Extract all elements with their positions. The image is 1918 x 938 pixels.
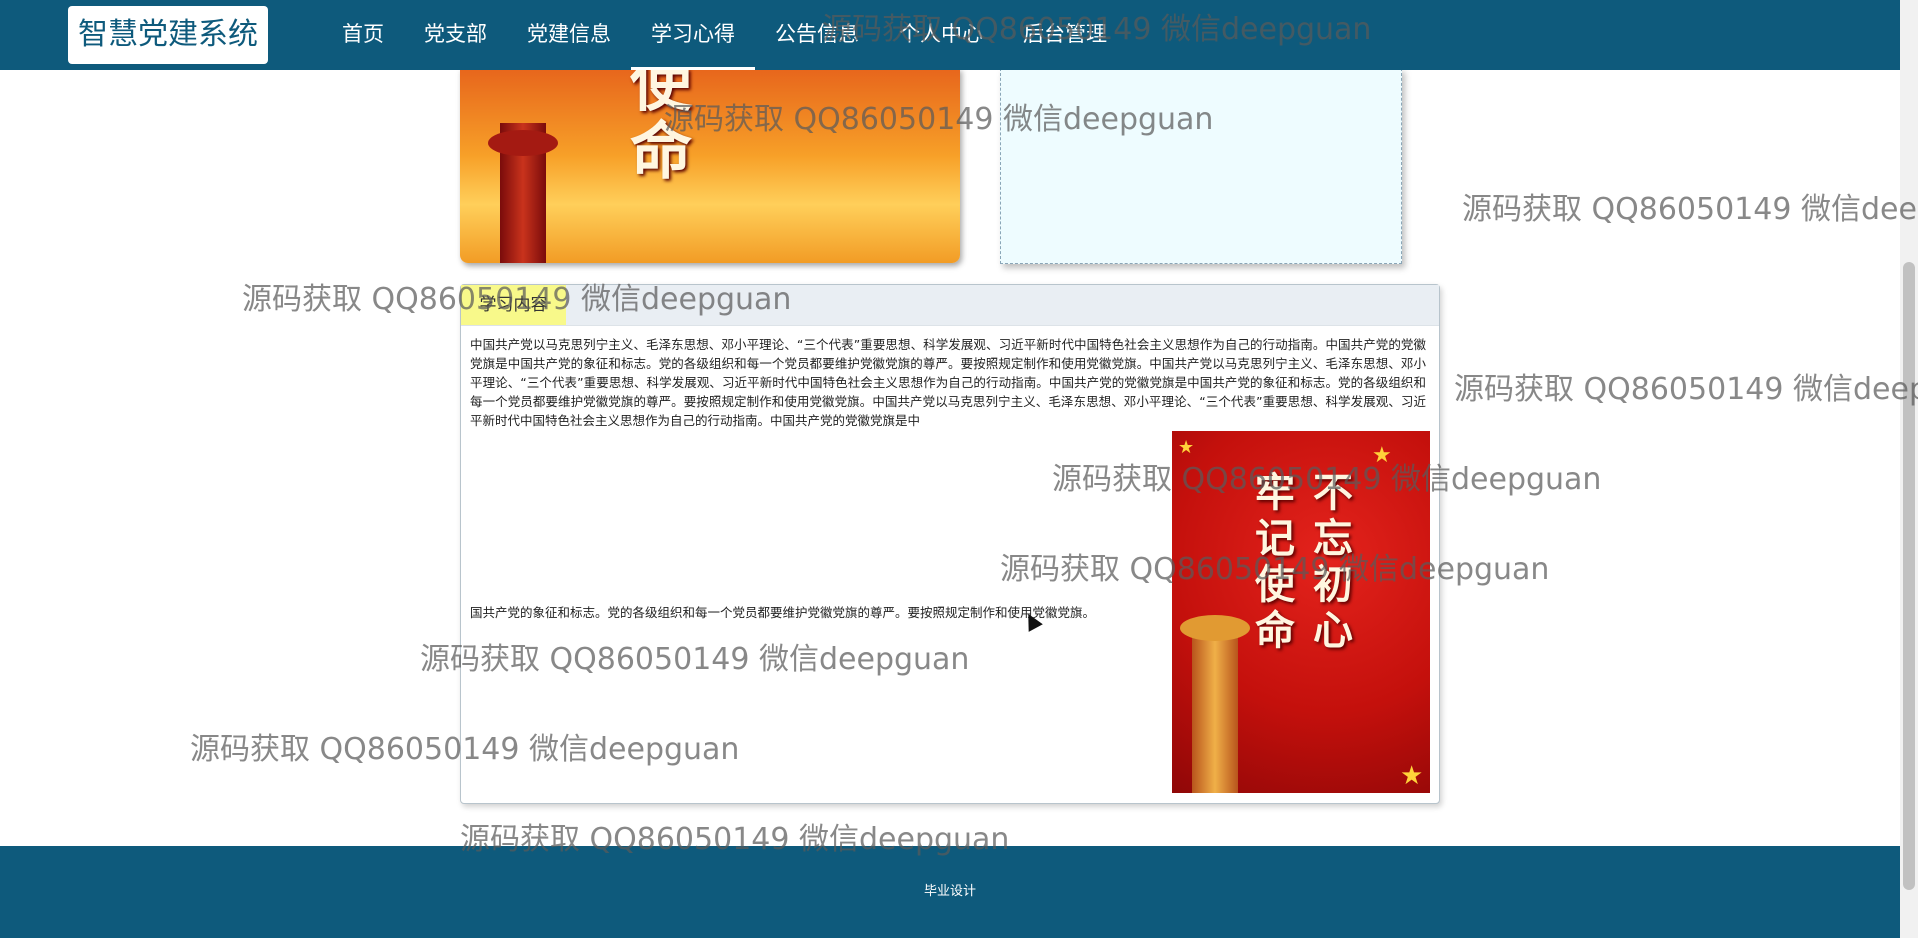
page-scrollbar[interactable] bbox=[1900, 0, 1918, 938]
watermark: 源码获取 QQ86050149 微信deepguan bbox=[1454, 372, 1918, 407]
nav-item-admin[interactable]: 后台管理 bbox=[1003, 0, 1127, 70]
star-icon: ★ bbox=[1178, 437, 1195, 458]
brand-logo[interactable]: 智慧党建系统 bbox=[68, 6, 268, 64]
huabiao-cap bbox=[1180, 615, 1250, 641]
huabiao-cap bbox=[488, 130, 558, 156]
tab-study-content[interactable]: 学习内容 bbox=[461, 285, 566, 325]
watermark: 源码获取 QQ86050149 微信deepguan bbox=[1462, 192, 1918, 227]
star-icon: ★ bbox=[1372, 443, 1392, 468]
cover-slogan: 使命 bbox=[619, 68, 692, 186]
nav-item-party-branch[interactable]: 党支部 bbox=[404, 0, 507, 70]
study-content-text-tail: 国共产党的象征和标志。党的各级组织和每一个党员都要维护党徽党旗的尊严。要按照规定… bbox=[470, 605, 1096, 620]
side-slogan: 不忘初心 牢记使命 bbox=[1248, 471, 1353, 655]
study-info-box bbox=[1000, 68, 1402, 264]
study-content-panel: 学习内容 中国共产党以马克思列宁主义、毛泽东思想、邓小平理论、“三个代表”重要思… bbox=[460, 284, 1440, 804]
scrollbar-thumb[interactable] bbox=[1903, 262, 1915, 890]
huabiao-pillar bbox=[1192, 619, 1238, 793]
study-cover-image: 使命 bbox=[460, 68, 960, 263]
study-content-text: 中国共产党以马克思列宁主义、毛泽东思想、邓小平理论、“三个代表”重要思想、科学发… bbox=[470, 337, 1426, 428]
panel-header: 学习内容 bbox=[461, 285, 1439, 326]
nav-item-study-notes[interactable]: 学习心得 bbox=[631, 0, 755, 70]
nav-item-announcements[interactable]: 公告信息 bbox=[755, 0, 879, 70]
nav-item-personal-center[interactable]: 个人中心 bbox=[879, 0, 1003, 70]
star-icon: ★ bbox=[1400, 761, 1424, 791]
study-content-image: 不忘初心 牢记使命 ★ ★ ★ bbox=[1172, 431, 1430, 793]
top-navbar: 智慧党建系统 首页 党支部 党建信息 学习心得 公告信息 个人中心 后台管理 bbox=[0, 0, 1900, 70]
page-footer: 毕业设计 bbox=[0, 846, 1900, 938]
nav-item-home[interactable]: 首页 bbox=[322, 0, 404, 70]
main-nav: 首页 党支部 党建信息 学习心得 公告信息 个人中心 后台管理 bbox=[322, 0, 1127, 70]
footer-text: 毕业设计 bbox=[923, 884, 976, 899]
nav-item-party-info[interactable]: 党建信息 bbox=[507, 0, 631, 70]
